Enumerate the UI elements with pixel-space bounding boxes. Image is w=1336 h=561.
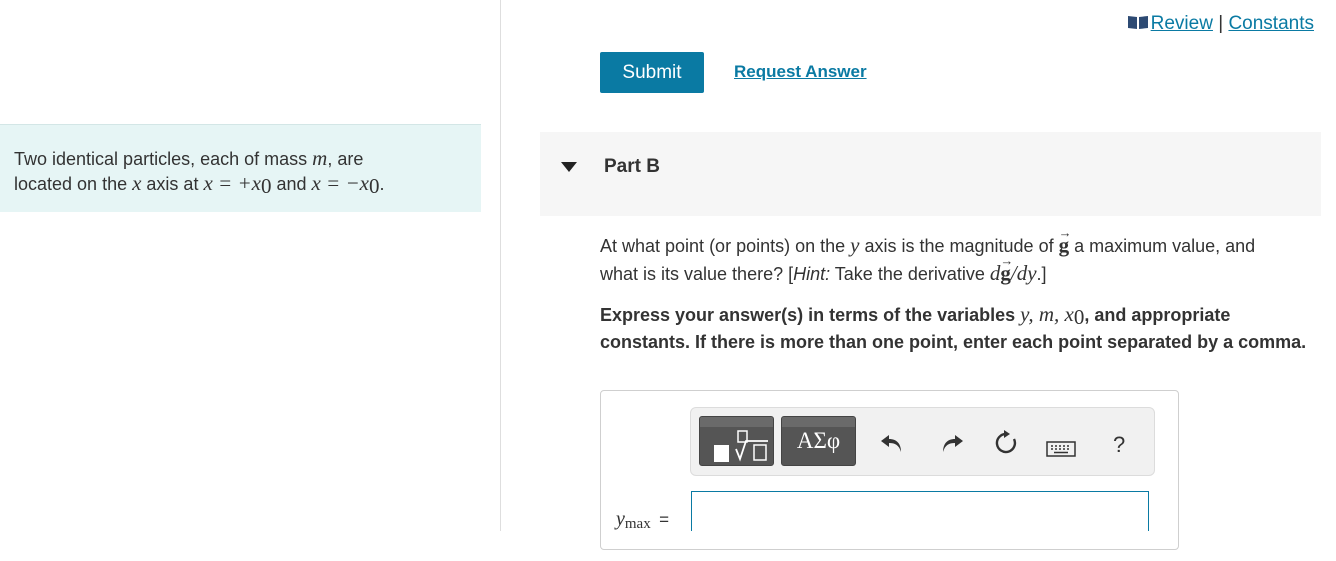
- problem-text: located on the: [14, 174, 133, 194]
- part-title: Part B: [604, 156, 660, 177]
- answer-variable-label: ymax =: [616, 508, 669, 533]
- math-sub: 0: [260, 174, 272, 198]
- request-answer-link[interactable]: Request Answer: [734, 62, 867, 82]
- math-pos1: x = +x: [203, 171, 261, 195]
- problem-text: and: [271, 174, 312, 194]
- math-toolbar: ΑΣφ ?: [690, 407, 1155, 476]
- question-part: a maximum value, and: [1069, 236, 1256, 256]
- math-pos2: x = −x: [311, 171, 369, 195]
- equals-sign: =: [659, 510, 670, 529]
- problem-text: , are: [327, 149, 364, 169]
- symbols-button[interactable]: ΑΣφ: [781, 416, 856, 466]
- math-d: d: [989, 261, 1001, 285]
- math-y: y: [616, 508, 625, 530]
- question-part: .]: [1036, 264, 1047, 284]
- problem-text: axis at: [141, 174, 204, 194]
- question-part: Take the derivative: [830, 264, 990, 284]
- problem-statement: Two identical particles, each of mass m,…: [0, 124, 481, 212]
- book-icon: [1127, 16, 1148, 29]
- review-link[interactable]: Review: [1151, 13, 1213, 34]
- question-text: At what point (or points) on the y axis …: [600, 219, 1320, 288]
- panel-divider: [500, 0, 501, 531]
- math-sub-max: max: [624, 516, 651, 532]
- submit-button[interactable]: Submit: [600, 52, 704, 93]
- keyboard-icon[interactable]: [1046, 441, 1076, 457]
- redo-icon[interactable]: [939, 432, 965, 454]
- question-part: At what point (or points) on the: [600, 236, 851, 256]
- instructions-part: Express your answer(s) in terms of the v…: [600, 305, 1021, 325]
- math-sub: 0: [368, 174, 380, 198]
- templates-button[interactable]: [699, 416, 774, 466]
- question-part: what is its value there? [: [600, 264, 794, 284]
- templates-icon: [714, 430, 768, 462]
- problem-text: .: [379, 174, 385, 194]
- reset-icon[interactable]: [993, 430, 1019, 456]
- help-button[interactable]: ?: [1113, 432, 1125, 458]
- hint-label: Hint:: [793, 264, 831, 284]
- question-part: axis is the magnitude of: [859, 236, 1059, 256]
- vector-g: g: [1000, 247, 1012, 287]
- vector-g: g: [1059, 219, 1071, 259]
- math-mass: m: [312, 146, 328, 170]
- symbols-label: ΑΣφ: [796, 428, 841, 453]
- answer-input[interactable]: [691, 491, 1149, 531]
- undo-icon[interactable]: [879, 432, 905, 454]
- constants-link[interactable]: Constants: [1228, 13, 1314, 34]
- answer-instructions: Express your answer(s) in terms of the v…: [600, 302, 1312, 355]
- math-vars: y, m, x: [1020, 302, 1074, 326]
- link-separator: |: [1218, 13, 1224, 34]
- math-sub: 0: [1073, 305, 1085, 329]
- caret-down-icon: [561, 162, 577, 172]
- problem-text: Two identical particles, each of mass: [14, 149, 313, 169]
- math-dy: /dy: [1010, 261, 1037, 285]
- part-header[interactable]: Part B: [540, 132, 1321, 216]
- top-links: Review | Constants: [1127, 13, 1314, 35]
